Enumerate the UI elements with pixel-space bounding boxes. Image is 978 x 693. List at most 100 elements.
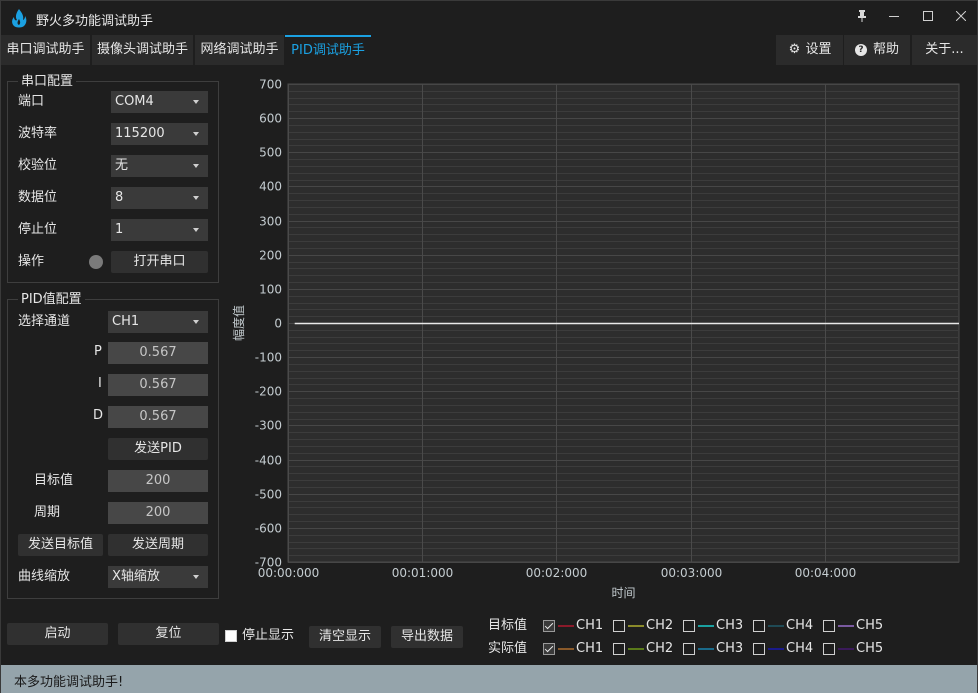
- actual-ch5-label: CH5: [856, 641, 884, 656]
- target-ch1-label: CH1: [576, 618, 604, 633]
- help-label: 帮助: [872, 42, 899, 57]
- send-period-button[interactable]: 发送周期: [108, 534, 208, 556]
- clear-display-button[interactable]: 清空显示: [309, 626, 381, 648]
- minimize-button[interactable]: [883, 7, 905, 29]
- pin-icon: [858, 10, 866, 22]
- send-target-button[interactable]: 发送目标值: [18, 534, 103, 556]
- y-tick-label: 100: [259, 283, 282, 297]
- target-ch5-checkbox[interactable]: [823, 620, 835, 632]
- y-tick-label: -400: [255, 454, 282, 468]
- export-data-button[interactable]: 导出数据: [391, 626, 463, 648]
- d-input[interactable]: 0.567: [108, 406, 208, 428]
- close-icon: [955, 10, 967, 22]
- baud-label: 波特率: [18, 126, 58, 141]
- port-value: COM4: [115, 94, 154, 109]
- y-axis-label: 幅度值: [231, 305, 246, 341]
- pin-button[interactable]: [851, 7, 873, 29]
- send-pid-button[interactable]: 发送PID: [108, 438, 208, 460]
- y-tick-label: 500: [259, 146, 282, 160]
- maximize-icon: [923, 11, 933, 21]
- tab-serial-assistant[interactable]: 串口调试助手: [1, 35, 90, 65]
- target-ch3-checkbox[interactable]: [683, 620, 695, 632]
- close-button[interactable]: [950, 7, 972, 29]
- stop-display-label: 停止显示: [242, 628, 295, 643]
- start-button[interactable]: 启动: [7, 623, 108, 645]
- baud-select[interactable]: 115200: [111, 123, 208, 145]
- channel-label: 选择通道: [18, 314, 71, 329]
- i-input[interactable]: 0.567: [108, 374, 208, 396]
- period-label: 周期: [34, 505, 61, 520]
- actual-ch5-color-swatch: [838, 648, 854, 650]
- flame-logo-icon: [12, 9, 27, 28]
- target-ch5-label: CH5: [856, 618, 884, 633]
- x-axis-label: 时间: [611, 586, 635, 600]
- stopbits-label: 停止位: [18, 222, 58, 237]
- about-button[interactable]: 关于...: [912, 35, 977, 65]
- channel-select[interactable]: CH1: [108, 311, 208, 333]
- reset-button[interactable]: 复位: [118, 623, 219, 645]
- chevron-down-icon: [193, 196, 199, 200]
- tab-camera-assistant[interactable]: 摄像头调试助手: [92, 35, 193, 65]
- actual-ch2-label: CH2: [646, 641, 674, 656]
- i-label: I: [98, 376, 102, 391]
- x-tick-label: 00:00:000: [258, 566, 320, 580]
- databits-label: 数据位: [18, 190, 58, 205]
- actual-ch3-checkbox[interactable]: [683, 643, 695, 655]
- chevron-down-icon: [193, 575, 199, 579]
- databits-select[interactable]: 8: [111, 187, 208, 209]
- maximize-button[interactable]: [917, 7, 939, 29]
- target-ch4-label: CH4: [786, 618, 814, 633]
- y-tick-label: -300: [255, 419, 282, 433]
- zoom-select[interactable]: X轴缩放: [108, 566, 208, 588]
- target-ch3-label: CH3: [716, 618, 744, 633]
- period-input[interactable]: 200: [108, 502, 208, 524]
- settings-button[interactable]: ⚙ 设置: [776, 35, 843, 65]
- actual-legend-label: 实际值: [488, 641, 528, 656]
- p-input[interactable]: 0.567: [108, 342, 208, 364]
- y-tick-label: 400: [259, 180, 282, 194]
- window-title: 野火多功能调试助手: [36, 14, 154, 29]
- target-input[interactable]: 200: [108, 470, 208, 492]
- help-button[interactable]: ? 帮助: [844, 35, 910, 65]
- title-bar: 野火多功能调试助手: [1, 1, 977, 35]
- y-tick-label: 600: [259, 112, 282, 126]
- target-ch4-checkbox[interactable]: [753, 620, 765, 632]
- target-ch1-checkbox[interactable]: [543, 620, 555, 632]
- app-window: 野火多功能调试助手 串口调试助手 摄像头调试助手 网络调试助手 PID调试助手 …: [0, 0, 978, 693]
- actual-ch2-checkbox[interactable]: [613, 643, 625, 655]
- port-status-indicator: [89, 255, 103, 269]
- actual-ch1-checkbox[interactable]: [543, 643, 555, 655]
- target-ch2-color-swatch: [628, 625, 644, 627]
- x-tick-label: 00:02:000: [526, 566, 588, 580]
- y-tick-label: -100: [255, 351, 282, 365]
- stopbits-value: 1: [115, 222, 124, 237]
- parity-label: 校验位: [18, 158, 58, 173]
- stop-display-checkbox[interactable]: [225, 630, 237, 642]
- zoom-label: 曲线缩放: [18, 569, 71, 584]
- actual-ch2-color-swatch: [628, 648, 644, 650]
- chevron-down-icon: [193, 228, 199, 232]
- open-port-button[interactable]: 打开串口: [111, 251, 208, 273]
- tab-network-assistant[interactable]: 网络调试助手: [195, 35, 284, 65]
- stopbits-select[interactable]: 1: [111, 219, 208, 241]
- y-tick-label: -200: [255, 385, 282, 399]
- pid-chart[interactable]: 700 600 500 400 300 200 100 0 -100 -200 -300 -400 -5…: [229, 71, 977, 611]
- x-tick-label: 00:04:000: [795, 566, 857, 580]
- baud-value: 115200: [115, 126, 165, 141]
- target-ch5-color-swatch: [838, 625, 854, 627]
- parity-select[interactable]: 无: [111, 155, 208, 177]
- port-select[interactable]: COM4: [111, 91, 208, 113]
- actual-ch1-label: CH1: [576, 641, 604, 656]
- databits-value: 8: [115, 190, 124, 205]
- channel-value: CH1: [112, 314, 140, 329]
- actual-ch5-checkbox[interactable]: [823, 643, 835, 655]
- y-tick-label: -600: [255, 522, 282, 536]
- actual-ch1-color-swatch: [558, 648, 574, 650]
- help-icon: ?: [854, 44, 867, 56]
- port-label: 端口: [18, 94, 45, 109]
- chart-svg[interactable]: 700 600 500 400 300 200 100 0 -100 -200 -300 -400 -5…: [229, 71, 977, 611]
- target-ch2-checkbox[interactable]: [613, 620, 625, 632]
- serial-config-title: 串口配置: [18, 74, 77, 89]
- actual-ch4-checkbox[interactable]: [753, 643, 765, 655]
- tab-pid-assistant[interactable]: PID调试助手: [285, 35, 371, 65]
